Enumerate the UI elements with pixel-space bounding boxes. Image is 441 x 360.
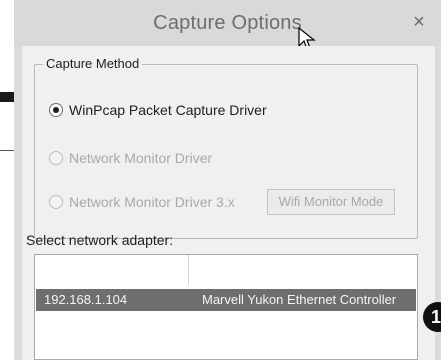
radio-network-monitor[interactable]: Network Monitor Driver <box>49 150 212 166</box>
radio-button[interactable] <box>49 195 63 209</box>
radio-button[interactable] <box>49 151 63 165</box>
column-divider <box>188 255 189 285</box>
adapter-name: Marvell Yukon Ethernet Controller <box>202 292 397 307</box>
radio-button-checked[interactable] <box>49 103 63 117</box>
radio-label-network-monitor: Network Monitor Driver <box>69 150 213 166</box>
radio-network-monitor-3x[interactable]: Network Monitor Driver 3.x <box>49 194 235 210</box>
radio-winpcap[interactable]: WinPcap Packet Capture Driver <box>49 102 267 118</box>
title-bar[interactable]: Capture Options × <box>14 0 441 50</box>
select-adapter-label: Select network adapter: <box>26 232 174 248</box>
capture-method-label: Capture Method <box>43 56 143 71</box>
wifi-monitor-mode-button[interactable]: Wifi Monitor Mode <box>267 189 395 215</box>
dialog-client-area: Capture Method WinPcap Packet Capture Dr… <box>22 46 435 360</box>
background-line <box>0 150 14 151</box>
capture-options-dialog: Capture Options × Capture Method WinPcap… <box>14 0 441 360</box>
radio-label-winpcap: WinPcap Packet Capture Driver <box>69 102 267 118</box>
capture-method-group: Capture Method WinPcap Packet Capture Dr… <box>34 56 418 239</box>
close-icon[interactable]: × <box>403 8 435 36</box>
adapter-ip: 192.168.1.104 <box>44 292 128 307</box>
adapter-list[interactable]: 192.168.1.104 Marvell Yukon Ethernet Con… <box>34 254 418 360</box>
adapter-row-selected[interactable]: 192.168.1.104 Marvell Yukon Ethernet Con… <box>36 289 416 311</box>
dialog-title: Capture Options <box>153 12 302 34</box>
radio-label-network-monitor-3x: Network Monitor Driver 3.x <box>69 194 235 210</box>
